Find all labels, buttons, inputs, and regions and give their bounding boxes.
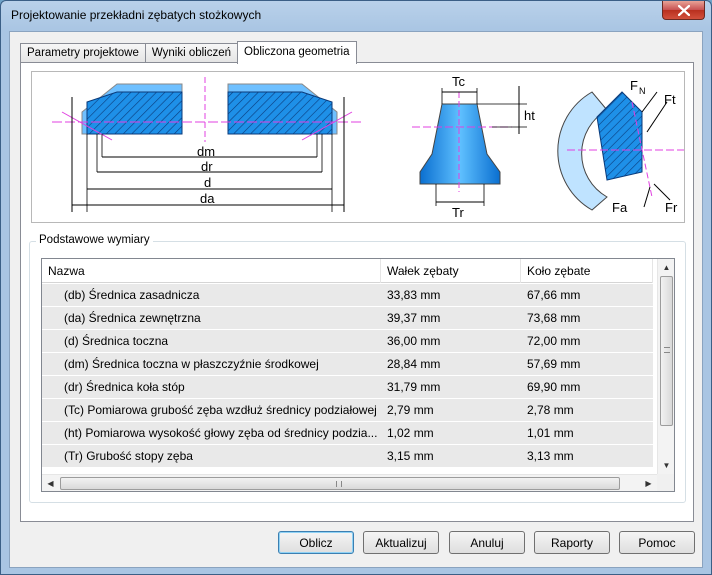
close-icon [677, 4, 690, 16]
gear-geometry-illustration: dm dr d da Tc ht Tr F N Ft Fa Fr [52, 74, 684, 220]
label-fn: F [630, 78, 638, 93]
table-header: Nazwa Wałek zębaty Koło zębate [42, 259, 653, 283]
help-button[interactable]: Pomoc [619, 531, 695, 554]
force-diagram: F N Ft Fa Fr [557, 78, 684, 215]
cell-name: (ht) Pomiarowa wysokość głowy zęba od śr… [64, 426, 378, 440]
tab-strip: Parametry projektowe Wyniki obliczeń Obl… [20, 41, 357, 64]
scroll-up-icon[interactable]: ▲ [658, 259, 674, 276]
cancel-button[interactable]: Anuluj [449, 531, 525, 554]
column-header-gear[interactable]: Koło zębate [521, 259, 653, 283]
table-row[interactable]: (db) Średnica zasadnicza 33,83 mm 67,66 … [42, 284, 653, 307]
vertical-scroll-thumb[interactable] [660, 276, 673, 426]
dialog-client-area: Parametry projektowe Wyniki obliczeń Obl… [9, 31, 703, 568]
label-ht: ht [524, 108, 535, 123]
cell-pinion: 1,02 mm [387, 426, 434, 440]
cell-gear: 67,66 mm [527, 288, 581, 302]
cell-pinion: 36,00 mm [387, 334, 441, 348]
cell-name: (Tr) Grubość stopy zęba [64, 449, 193, 463]
tab-calculation-results[interactable]: Wyniki obliczeń [144, 43, 239, 64]
table-row[interactable]: (Tr) Grubość stopy zęba 3,15 mm 3,13 mm [42, 445, 653, 468]
cell-pinion: 31,79 mm [387, 380, 441, 394]
label-d: d [204, 175, 211, 190]
label-tc: Tc [452, 74, 466, 89]
vertical-scrollbar[interactable]: ▲ ▼ [657, 259, 674, 474]
tab-design-parameters[interactable]: Parametry projektowe [20, 43, 146, 64]
table-row[interactable]: (da) Średnica zewnętrzna 39,37 mm 73,68 … [42, 307, 653, 330]
horizontal-scrollbar[interactable]: ◀ ▶ [42, 474, 657, 491]
column-header-pinion[interactable]: Wałek zębaty [381, 259, 521, 283]
update-button[interactable]: Aktualizuj [363, 531, 439, 554]
label-ft: Ft [664, 92, 676, 107]
group-title: Podstawowe wymiary [36, 234, 153, 246]
cell-pinion: 33,83 mm [387, 288, 441, 302]
cell-name: (db) Średnica zasadnicza [64, 288, 200, 302]
tab-computed-geometry[interactable]: Obliczona geometria [237, 41, 357, 64]
dimensions-table: Nazwa Wałek zębaty Koło zębate (db) Śred… [41, 258, 675, 492]
close-button[interactable] [662, 1, 705, 20]
cell-pinion: 39,37 mm [387, 311, 441, 325]
scrollbar-corner [657, 474, 674, 491]
cell-gear: 1,01 mm [527, 426, 574, 440]
basic-dimensions-group: Podstawowe wymiary Nazwa Wałek zębaty Ko… [29, 234, 686, 503]
cell-gear: 73,68 mm [527, 311, 581, 325]
scroll-left-icon[interactable]: ◀ [42, 475, 59, 491]
horizontal-scroll-thumb[interactable] [60, 477, 620, 490]
table-row[interactable]: (dm) Średnica toczna w płaszczyźnie środ… [42, 353, 653, 376]
label-fn-subscript: N [639, 86, 646, 96]
title-bar: Projektowanie przekładni zębatych stożko… [1, 1, 711, 31]
label-tr: Tr [452, 205, 464, 220]
cell-name: (dr) Średnica koła stóp [64, 380, 185, 394]
label-dr: dr [201, 159, 213, 174]
tab-panel: dm dr d da Tc ht Tr F N Ft Fa Fr Podstaw… [20, 62, 694, 522]
cell-name: (dm) Średnica toczna w płaszczyźnie środ… [64, 357, 319, 371]
dialog-window: Projektowanie przekładni zębatych stożko… [0, 0, 712, 575]
tooth-profile: Tc ht Tr [412, 74, 535, 220]
cell-gear: 69,90 mm [527, 380, 581, 394]
geometry-diagram: dm dr d da Tc ht Tr F N Ft Fa Fr [31, 71, 685, 223]
cell-gear: 57,69 mm [527, 357, 581, 371]
button-bar: Oblicz Aktualizuj Anuluj Raporty Pomoc [10, 531, 704, 557]
column-header-name[interactable]: Nazwa [42, 259, 381, 283]
table-row[interactable]: (Tc) Pomiarowa grubość zęba wzdłuż średn… [42, 399, 653, 422]
cell-gear: 72,00 mm [527, 334, 581, 348]
table-row[interactable]: (dr) Średnica koła stóp 31,79 mm 69,90 m… [42, 376, 653, 399]
table-body: (db) Średnica zasadnicza 33,83 mm 67,66 … [42, 284, 653, 468]
label-fa: Fa [612, 200, 628, 215]
label-da: da [200, 191, 215, 206]
cell-gear: 2,78 mm [527, 403, 574, 417]
window-title: Projektowanie przekładni zębatych stożko… [11, 8, 262, 22]
cell-name: (d) Średnica toczna [64, 334, 169, 348]
label-fr: Fr [665, 200, 678, 215]
cell-name: (da) Średnica zewnętrzna [64, 311, 201, 325]
reports-button[interactable]: Raporty [534, 531, 610, 554]
gear-cross-section: dm dr d da [52, 77, 362, 212]
cell-pinion: 2,79 mm [387, 403, 434, 417]
label-dm: dm [197, 144, 215, 159]
cell-pinion: 3,15 mm [387, 449, 434, 463]
scroll-down-icon[interactable]: ▼ [658, 457, 674, 474]
cell-gear: 3,13 mm [527, 449, 574, 463]
cell-name: (Tc) Pomiarowa grubość zęba wzdłuż średn… [64, 403, 377, 417]
table-row[interactable]: (d) Średnica toczna 36,00 mm 72,00 mm [42, 330, 653, 353]
scroll-right-icon[interactable]: ▶ [640, 475, 657, 491]
table-row[interactable]: (ht) Pomiarowa wysokość głowy zęba od śr… [42, 422, 653, 445]
calculate-button[interactable]: Oblicz [278, 531, 354, 554]
cell-pinion: 28,84 mm [387, 357, 441, 371]
